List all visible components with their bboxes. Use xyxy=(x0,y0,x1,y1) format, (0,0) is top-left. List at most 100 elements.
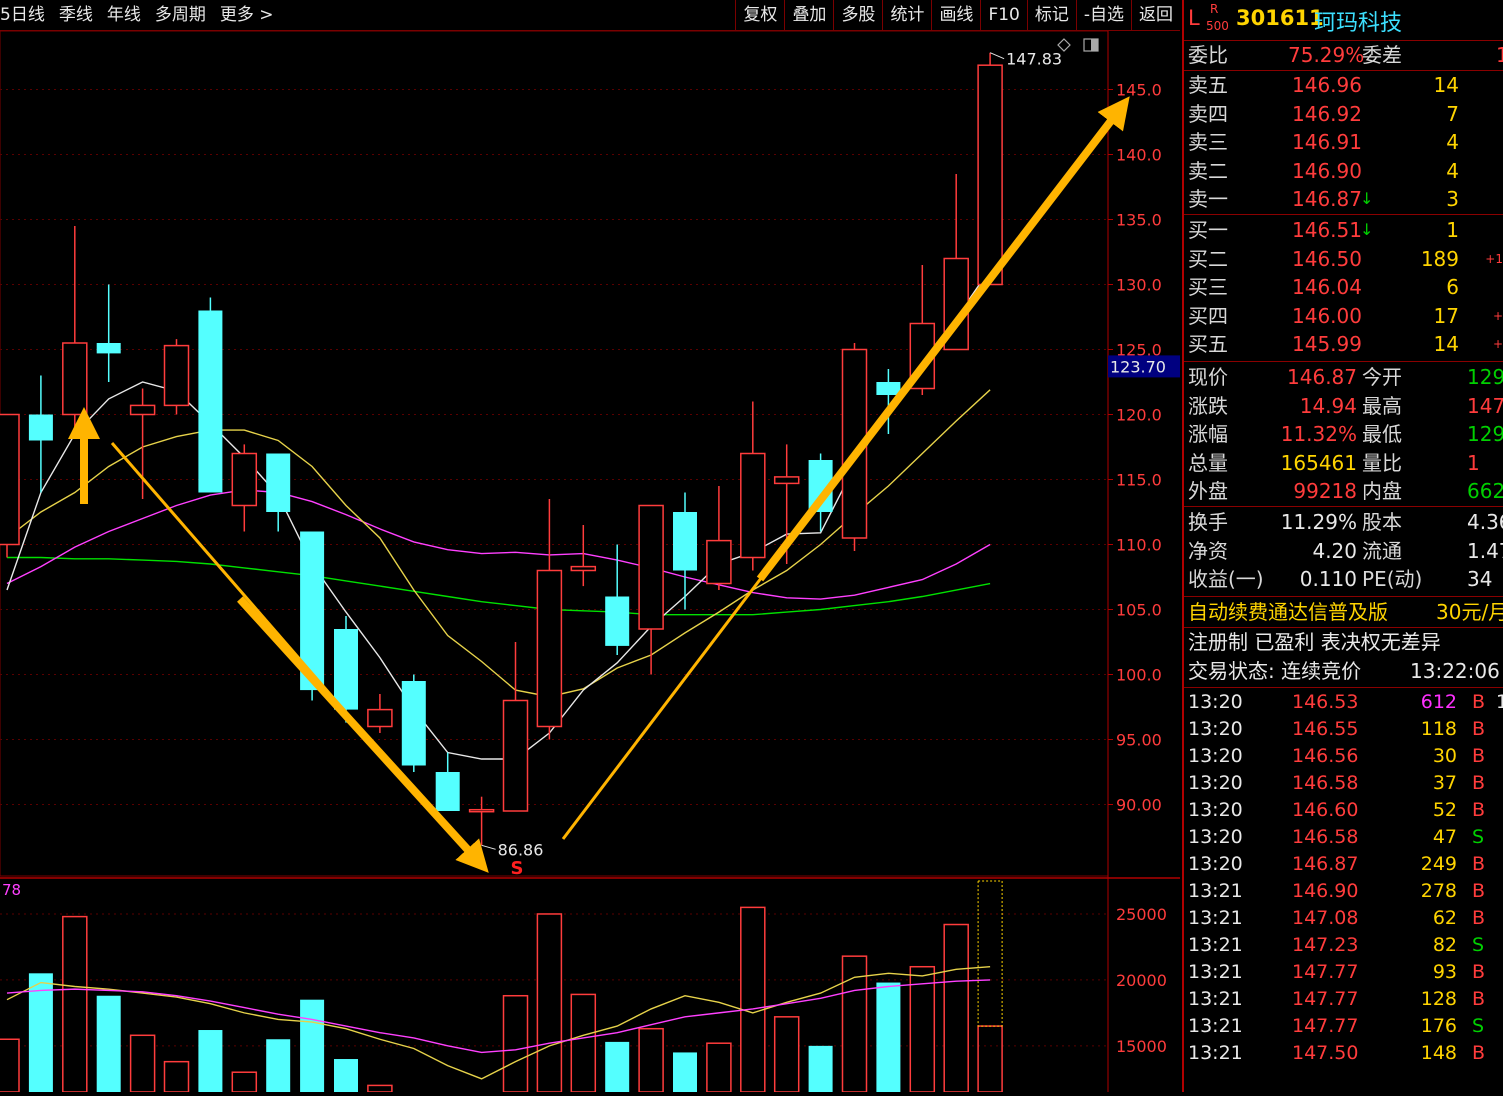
candle-body xyxy=(266,453,291,512)
period-tab[interactable]: 季线 xyxy=(59,0,93,30)
toolbar-button[interactable]: 多股 xyxy=(833,0,882,30)
tick-row[interactable]: 13:20 146.53 612 B1 xyxy=(1184,689,1503,716)
tick-row[interactable]: 13:20 146.60 52 B xyxy=(1184,797,1503,824)
toolbar-button[interactable]: 画线 xyxy=(931,0,980,30)
quote-label: 今开 xyxy=(1362,365,1402,389)
price-tick-label: 100.0 xyxy=(1116,666,1162,685)
period-tab[interactable]: 5日线 xyxy=(0,0,45,30)
order-ratio-label: 委比 xyxy=(1188,43,1228,67)
quote-value: 146.87 xyxy=(1287,365,1357,389)
ask-level-row[interactable]: 卖五 146.96 14 xyxy=(1184,71,1503,99)
volume-bar xyxy=(198,1030,223,1092)
order-ratio-value: 75.29% xyxy=(1288,43,1365,67)
stock-name[interactable]: 珂玛科技 xyxy=(1314,5,1402,37)
volume-bar xyxy=(266,1039,291,1092)
ad-banner[interactable]: 自动续费通达信普及版 30元/月 xyxy=(1184,598,1503,626)
bid-level-row[interactable]: 买四 146.00 17 + xyxy=(1184,302,1503,330)
chart-toolbar: 5日线 季线 年线 多周期 更多 > 复权 叠加 多股 统计 画线 F10 标记 -自选 返回 xyxy=(0,0,1180,31)
tick-time: 13:21 xyxy=(1188,907,1243,929)
tick-side: B xyxy=(1472,907,1486,929)
bid-volume: 1 xyxy=(1446,218,1459,242)
tick-price: 147.77 xyxy=(1292,1015,1359,1037)
ask-level-row[interactable]: 卖二 146.90 4 xyxy=(1184,157,1503,185)
tick-time: 13:21 xyxy=(1188,1015,1243,1037)
toolbar-button[interactable]: -自选 xyxy=(1075,0,1131,30)
tick-row[interactable]: 13:20 146.55 118 B xyxy=(1184,716,1503,743)
volume-bar xyxy=(62,915,88,1093)
bid-volume: 17 xyxy=(1433,303,1459,328)
period-tab[interactable]: 多周期 xyxy=(155,0,206,30)
tick-row[interactable]: 13:21 147.50 148 B xyxy=(1184,1040,1503,1067)
tick-row[interactable]: 13:21 147.23 82 S xyxy=(1184,932,1503,959)
toolbar-button[interactable]: 返回 xyxy=(1131,0,1180,30)
bid-volume: 189 xyxy=(1420,246,1459,271)
ask-level-row[interactable]: 卖三 146.91 4 xyxy=(1184,128,1503,156)
bid-level-row[interactable]: 买五 145.99 14 + xyxy=(1184,330,1503,358)
tick-row[interactable]: 13:21 147.77 128 B xyxy=(1184,986,1503,1013)
tick-row[interactable]: 13:21 146.90 278 B xyxy=(1184,878,1503,905)
period-tab[interactable]: 更多 > xyxy=(220,0,274,30)
bid-volume-change: +1 xyxy=(1485,251,1503,266)
tick-time: 13:20 xyxy=(1188,826,1243,848)
bid-price: 146.51 xyxy=(1292,218,1362,242)
order-diff-label: 委差 xyxy=(1362,43,1402,67)
period-high-label: 147.83 xyxy=(1006,50,1062,69)
toolbar-button[interactable]: F10 xyxy=(980,0,1026,30)
quote-label: 量比 xyxy=(1362,450,1402,475)
toolbar-button[interactable]: 统计 xyxy=(882,0,931,30)
annotation-up-trend-arrow xyxy=(756,96,1130,582)
candle-body xyxy=(163,344,190,407)
candle-body xyxy=(977,64,1003,286)
kline-chart[interactable]: 145.0140.0135.0130.0125.0120.0115.0110.0… xyxy=(0,30,1180,1093)
tick-row[interactable]: 13:21 147.77 176 S xyxy=(1184,1013,1503,1040)
tick-time: 13:20 xyxy=(1188,853,1243,875)
bid-level-label: 买三 xyxy=(1188,275,1228,300)
tick-volume: 37 xyxy=(1432,772,1457,794)
tick-time: 13:20 xyxy=(1188,745,1243,767)
toolbar-button[interactable]: 叠加 xyxy=(784,0,833,30)
tick-volume: 176 xyxy=(1420,1015,1457,1037)
quote-row: 总量 165461 量比 1 xyxy=(1184,449,1503,477)
bid-level-row[interactable]: 买一 146.51 ↓ 1 xyxy=(1184,216,1503,244)
annotation-down-arrow xyxy=(237,596,489,873)
tick-time: 13:20 xyxy=(1188,772,1243,794)
volume-bar xyxy=(706,1042,732,1093)
fundamental-value: 4.20 xyxy=(1312,538,1357,563)
tick-volume: 93 xyxy=(1432,961,1457,983)
tick-price: 146.55 xyxy=(1292,718,1359,740)
fundamental-label: 股本 xyxy=(1362,510,1402,534)
tick-row[interactable]: 13:21 147.77 93 B xyxy=(1184,959,1503,986)
bid-level-row[interactable]: 买二 146.50 189 +1 xyxy=(1184,245,1503,273)
candle-body xyxy=(96,343,121,354)
chart-area[interactable]: 145.0 140.0 135.0 130.0 125.0 120.0 115.0 110.0… xyxy=(0,30,1180,1093)
fundamental-value: 11.29% xyxy=(1280,510,1357,534)
volume-bar xyxy=(876,982,901,1092)
toolbar-button[interactable]: 复权 xyxy=(735,0,784,30)
tick-row[interactable]: 13:20 146.58 37 B xyxy=(1184,770,1503,797)
bid-volume-change: + xyxy=(1492,308,1503,323)
quote-label: 外盘 xyxy=(1188,479,1228,504)
ask-level-label: 卖三 xyxy=(1188,130,1228,155)
down-arrow-icon: ↓ xyxy=(1360,189,1374,209)
candle-body xyxy=(876,382,901,395)
bid-level-row[interactable]: 买三 146.04 6 xyxy=(1184,273,1503,301)
volume-bar xyxy=(740,906,766,1093)
quote-value: 165461 xyxy=(1280,450,1357,475)
fundamental-label: PE(动) xyxy=(1362,567,1423,592)
volume-bar xyxy=(605,1041,630,1092)
tick-volume: 128 xyxy=(1420,988,1457,1010)
tick-side: B xyxy=(1472,1042,1486,1064)
tool-buttons: 复权 叠加 多股 统计 画线 F10 标记 -自选 返回 xyxy=(735,0,1180,30)
ask-level-label: 卖四 xyxy=(1188,101,1228,126)
toolbar-button[interactable]: 标记 xyxy=(1026,0,1076,30)
ask-level-row[interactable]: 卖一 146.87 ↓ 3 xyxy=(1184,185,1503,213)
tick-price: 146.53 xyxy=(1292,691,1359,713)
tick-row[interactable]: 13:21 147.08 62 B xyxy=(1184,905,1503,932)
stock-tags-text: 注册制 已盈利 表决权无差异 xyxy=(1188,630,1441,654)
tick-row[interactable]: 13:20 146.56 30 B xyxy=(1184,743,1503,770)
period-tab[interactable]: 年线 xyxy=(107,0,141,30)
tick-row[interactable]: 13:20 146.58 47 S xyxy=(1184,824,1503,851)
volume-bar xyxy=(502,994,529,1093)
tick-row[interactable]: 13:20 146.87 249 B xyxy=(1184,851,1503,878)
ask-level-row[interactable]: 卖四 146.92 7 xyxy=(1184,100,1503,128)
